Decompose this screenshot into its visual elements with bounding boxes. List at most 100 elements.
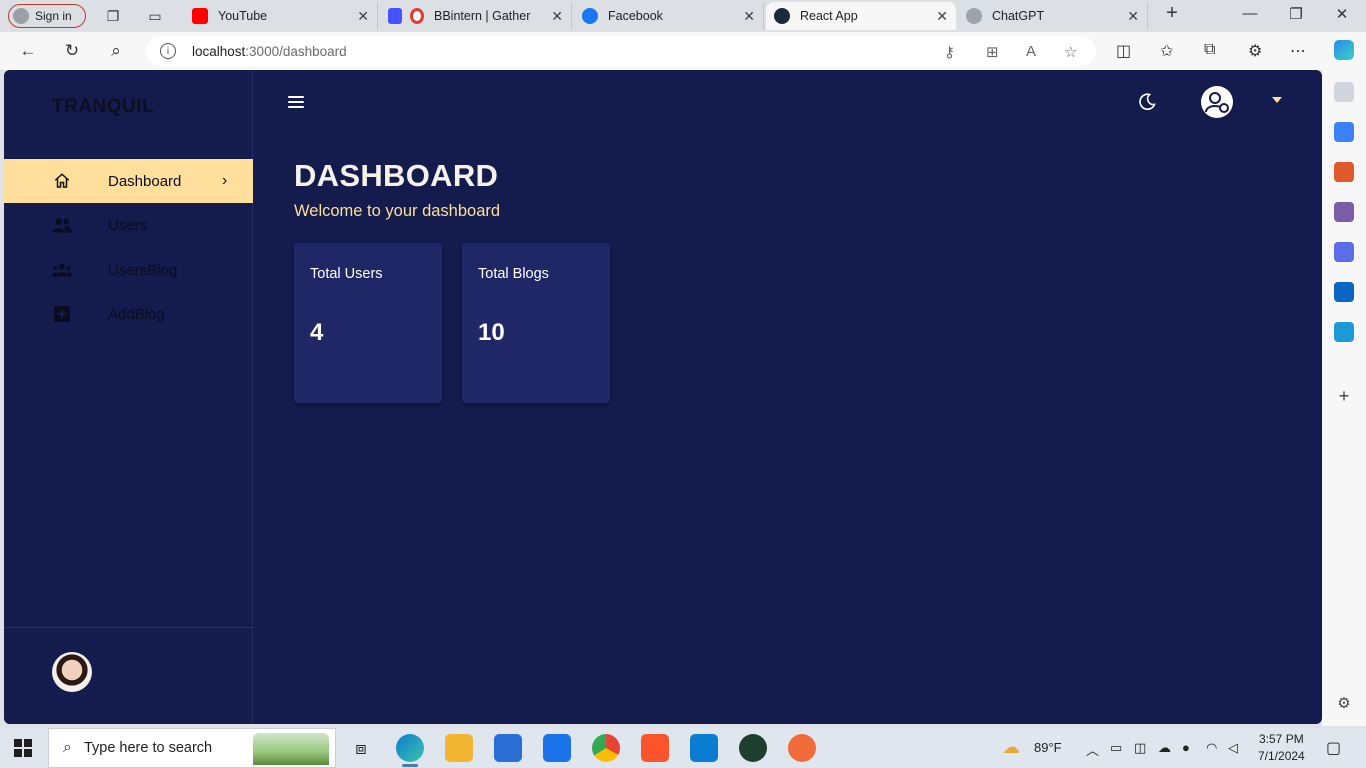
show-hidden-icons-icon[interactable]: ︿: [1086, 740, 1099, 759]
volume-icon[interactable]: ◁: [1228, 740, 1238, 756]
stat-card-title: Total Users: [310, 266, 383, 282]
sidebar-avatar[interactable]: [52, 652, 92, 692]
postman-icon[interactable]: [788, 734, 816, 762]
tab-facebook[interactable]: Facebook ✕: [574, 2, 764, 30]
shopping-tag-icon[interactable]: [1334, 122, 1354, 142]
react-icon: [774, 8, 790, 24]
url-text: localhost:3000/dashboard: [192, 44, 347, 59]
taskbar-search[interactable]: ⌕ Type here to search: [48, 728, 336, 768]
windows-taskbar: ⌕ Type here to search ⧈ ☁ 89°F ︿ ▭ ◫ ☁ ●…: [0, 728, 1366, 768]
weather-icon[interactable]: ☁: [1002, 737, 1020, 758]
tab-title: ChatGPT: [992, 9, 1045, 23]
wifi-icon[interactable]: ◠: [1206, 740, 1217, 756]
user-dropdown-caret-icon[interactable]: [1272, 97, 1282, 103]
edge-browser-icon[interactable]: [396, 734, 424, 767]
onedrive-icon[interactable]: ☁: [1158, 740, 1171, 756]
close-tab-icon[interactable]: ✕: [551, 8, 563, 25]
stat-card-total-users: Total Users 4: [294, 243, 442, 403]
tools-icon[interactable]: [1334, 162, 1354, 182]
profile-button[interactable]: Sign in: [8, 4, 86, 28]
restore-icon[interactable]: ❐: [1286, 5, 1306, 23]
microphone-icon[interactable]: ●: [1182, 740, 1190, 755]
groups-icon: [52, 260, 72, 280]
close-tab-icon[interactable]: ✕: [357, 8, 369, 25]
search-highlight-image: [253, 733, 329, 765]
chatgpt-icon: [966, 8, 982, 24]
close-tab-icon[interactable]: ✕: [936, 8, 948, 25]
close-tab-icon[interactable]: ✕: [743, 8, 755, 25]
profile-avatar-icon: [13, 8, 29, 24]
tab-gather[interactable]: BBintern | Gather ✕: [380, 2, 572, 30]
extensions-icon[interactable]: ⚙: [1248, 41, 1262, 61]
read-aloud-icon[interactable]: A: [1026, 43, 1036, 60]
home-icon: [52, 171, 72, 191]
tab-title: Facebook: [608, 9, 663, 23]
apps-icon[interactable]: ⊞: [986, 43, 999, 61]
system-clock[interactable]: 3:57 PM 7/1/2024: [1258, 731, 1305, 765]
search-icon[interactable]: ⌕: [106, 41, 126, 61]
brave-icon[interactable]: [641, 734, 669, 762]
favorite-star-icon[interactable]: ☆: [1064, 43, 1077, 61]
profile-label: Sign in: [35, 9, 72, 23]
minimize-icon[interactable]: —: [1240, 5, 1260, 22]
hamburger-menu-icon[interactable]: [288, 96, 304, 108]
youtube-icon: [192, 8, 208, 24]
outlook-icon[interactable]: [1334, 282, 1354, 302]
workspaces-icon[interactable]: ❐: [104, 7, 122, 25]
tab-title: BBintern | Gather: [434, 9, 531, 23]
notifications-icon[interactable]: ▢: [1326, 738, 1341, 758]
tab-actions-icon[interactable]: ▭: [146, 7, 164, 25]
settings-gear-icon[interactable]: ⚙: [1334, 694, 1354, 714]
nav-dashboard[interactable]: Dashboard ›: [4, 159, 253, 203]
mongodb-compass-icon[interactable]: [739, 734, 767, 762]
key-icon[interactable]: ⚷: [944, 43, 955, 61]
clock-time: 3:57 PM: [1259, 732, 1304, 746]
nav-label: AddBlog: [108, 305, 165, 323]
people-icon[interactable]: [1334, 202, 1354, 222]
send-icon[interactable]: [1334, 322, 1354, 342]
tab-title: YouTube: [218, 9, 268, 23]
mail-icon[interactable]: [543, 734, 571, 762]
file-explorer-icon[interactable]: [445, 734, 473, 762]
split-screen-icon[interactable]: ◫: [1116, 41, 1131, 61]
search-icon[interactable]: [1334, 82, 1354, 102]
nav-usersblog[interactable]: UsersBlog: [4, 248, 253, 292]
more-menu-icon[interactable]: ⋯: [1290, 41, 1306, 61]
recording-icon: [410, 8, 424, 24]
task-view-icon[interactable]: ⧈: [347, 734, 375, 762]
users-icon: [52, 215, 72, 235]
weather-temp[interactable]: 89°F: [1034, 740, 1062, 755]
favorites-icon[interactable]: ✩: [1160, 41, 1173, 61]
close-tab-icon[interactable]: ✕: [1127, 8, 1139, 25]
tab-react-app[interactable]: React App ✕: [766, 2, 956, 30]
close-window-icon[interactable]: ✕: [1332, 5, 1352, 23]
nav-users[interactable]: Users: [4, 203, 253, 247]
collections-icon[interactable]: ⧉: [1204, 41, 1215, 59]
nav-label: UsersBlog: [108, 261, 178, 279]
dark-mode-toggle-icon[interactable]: [1137, 92, 1157, 118]
windows-start-icon[interactable]: [14, 739, 32, 757]
stat-card-value: 4: [310, 319, 324, 346]
url-host: localhost: [192, 43, 246, 59]
microsoft-store-icon[interactable]: [494, 734, 522, 762]
user-avatar-icon[interactable]: [1201, 86, 1233, 118]
tab-youtube[interactable]: YouTube ✕: [184, 2, 378, 30]
clock-date: 7/1/2024: [1258, 749, 1305, 763]
new-tab-icon[interactable]: +: [1162, 2, 1182, 25]
tab-title: React App: [800, 9, 858, 23]
copilot-icon[interactable]: [1334, 40, 1354, 60]
vscode-icon[interactable]: [690, 734, 718, 762]
battery-icon[interactable]: ▭: [1110, 740, 1122, 756]
back-icon[interactable]: ←: [18, 41, 38, 61]
copilot-app-icon[interactable]: [1334, 242, 1354, 262]
url-field[interactable]: i localhost:3000/dashboard ⚷ ⊞ A ☆: [146, 36, 1096, 66]
chrome-icon[interactable]: [592, 734, 620, 762]
app-sidebar: TRANQUIL Dashboard › Users UsersBlog Add…: [4, 70, 253, 724]
site-info-icon[interactable]: i: [160, 43, 176, 59]
tab-chatgpt[interactable]: ChatGPT ✕: [958, 2, 1148, 30]
nav-addblog[interactable]: AddBlog: [4, 292, 253, 336]
add-box-icon: [52, 304, 72, 324]
refresh-icon[interactable]: ↻: [62, 41, 82, 61]
meet-now-icon[interactable]: ◫: [1134, 740, 1146, 756]
add-icon[interactable]: +: [1334, 386, 1354, 406]
